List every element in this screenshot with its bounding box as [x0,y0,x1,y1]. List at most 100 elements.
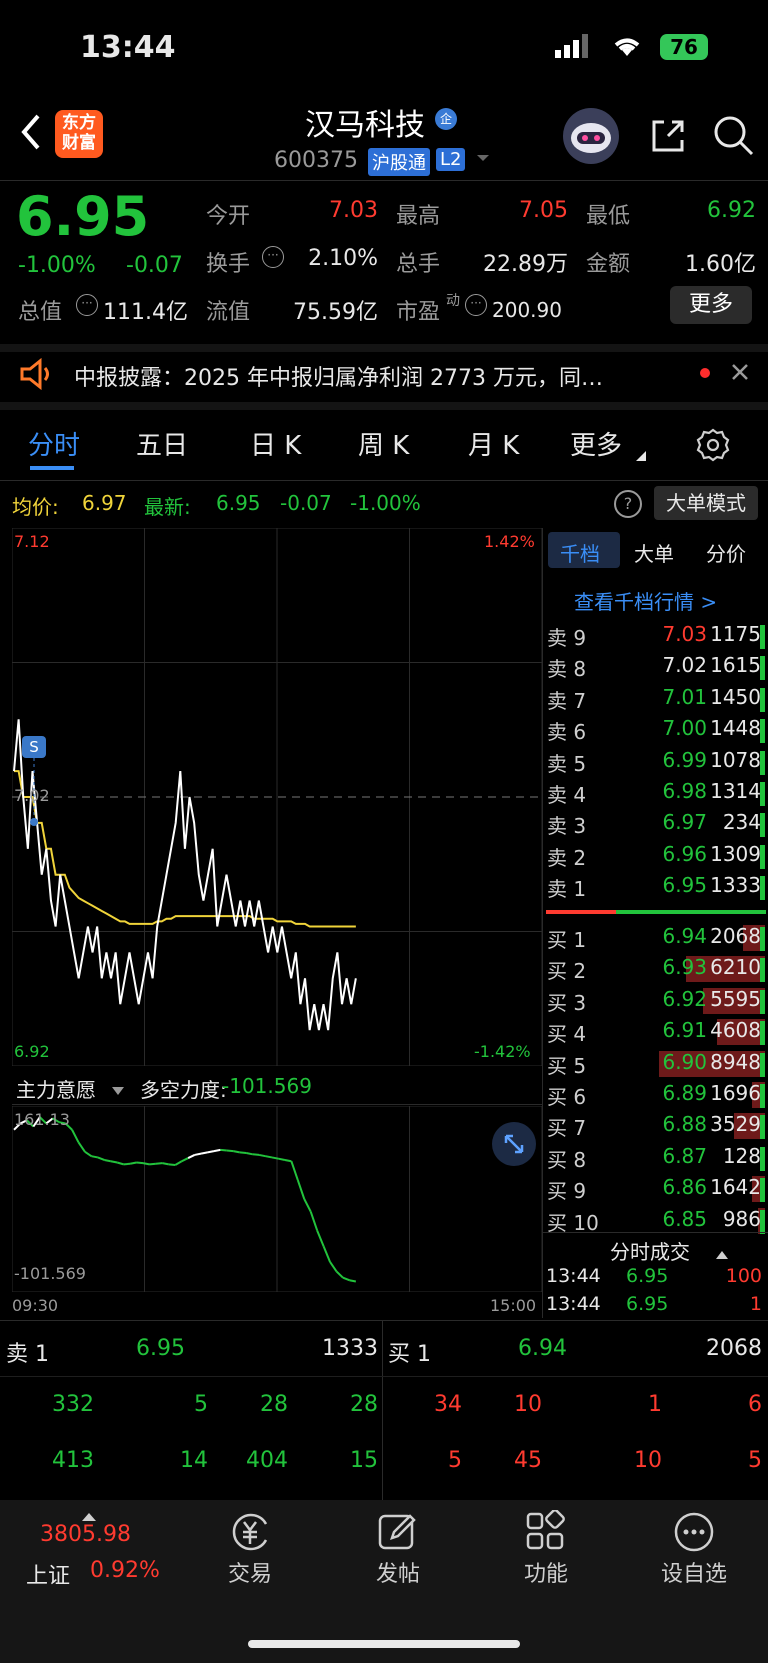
flow-chart [12,1106,542,1292]
level-indicator [760,844,765,869]
level-label: 买 5 [547,1053,587,1078]
bid-row[interactable]: 买 1 6.94 2068 [545,924,765,954]
side-tab-big-order[interactable]: 大单 [634,538,674,567]
sell-marker[interactable]: S [22,736,46,758]
flow-segment [316,1230,325,1247]
level-indicator [760,1146,765,1171]
ask-row[interactable]: 卖 1 6.95 1333 [545,873,765,903]
bid-row[interactable]: 买 3 6.92 5595 [545,987,765,1017]
nav-watchlist[interactable]: 设自选 [624,1556,764,1588]
index-pct[interactable]: 0.92% [90,1558,160,1583]
app-logo[interactable]: 东方 财富 [55,110,103,158]
volume-label: 总手 [396,252,441,277]
level-indicator [760,1021,765,1046]
tab-daily-k[interactable]: 日 K [250,425,301,462]
power-label: 多空力度: [140,1078,227,1102]
battery-level: 76 [670,35,698,59]
ask-row[interactable]: 卖 4 6.98 1314 [545,779,765,809]
robot-avatar-icon[interactable] [563,108,619,164]
last-price: 6.95 [16,185,150,248]
function-grid-icon[interactable] [524,1509,568,1558]
flow-segment [220,1148,227,1152]
level-indicator [760,813,765,838]
trade-icon[interactable] [228,1510,272,1558]
back-button[interactable] [18,112,44,156]
change-amt: -0.07 [126,253,183,278]
buy-queue-cell: 10 [634,1448,662,1473]
flow-segment [71,1129,80,1143]
tab-intraday[interactable]: 分时 [28,425,80,462]
high-label: 最高 [396,204,441,229]
bid-row[interactable]: 买 6 6.89 1696 [545,1081,765,1111]
stock-title[interactable]: 汉马科技 [305,100,425,144]
sell-queue-cell: 413 [52,1448,94,1473]
ticks-label[interactable]: 分时成交 [610,1236,690,1265]
level-label: 卖 2 [547,845,587,870]
side-tab-thousand[interactable]: 千档 [560,538,600,567]
ask-row[interactable]: 卖 8 7.02 1615 [545,653,765,683]
side-tab-price-dist[interactable]: 分价 [706,538,746,567]
help-icon[interactable]: ? [614,490,642,518]
nav-function[interactable]: 功能 [476,1556,616,1588]
level-price: 7.00 [662,716,707,741]
gear-icon[interactable] [696,428,730,466]
low-value: 6.92 [707,198,756,223]
intraday-price-chart[interactable] [12,528,542,1066]
big-order-mode-button[interactable]: 大单模式 [654,486,758,520]
open-value: 7.03 [329,198,378,223]
ask-row[interactable]: 卖 7 7.01 1450 [545,685,765,715]
tab-weekly-k[interactable]: 周 K [358,425,409,462]
queue-sell-label: 卖 1 [6,1342,49,1367]
info-icon[interactable]: ··· [465,294,487,316]
index-value[interactable]: 3805.98 [40,1522,131,1547]
bid-row[interactable]: 买 2 6.93 6210 [545,955,765,985]
level-price: 6.95 [662,873,707,898]
bid-row[interactable]: 买 8 6.87 128 [545,1144,765,1174]
ask-row[interactable]: 卖 6 7.00 1448 [545,716,765,746]
thousand-quote-link[interactable]: 查看千档行情 > [574,586,717,615]
nav-post[interactable]: 发帖 [328,1556,468,1588]
flow-segment [335,1270,344,1279]
flow-segment [252,1153,260,1156]
bid-row[interactable]: 买 5 6.90 8948 [545,1050,765,1080]
bid-row[interactable]: 买 7 6.88 3529 [545,1112,765,1142]
close-icon[interactable] [730,362,750,386]
ask-row[interactable]: 卖 2 6.96 1309 [545,842,765,872]
caret-down-icon[interactable] [476,150,490,169]
level-label: 买 4 [547,1022,587,1047]
ask-row[interactable]: 卖 3 6.97 234 [545,810,765,840]
notice-text[interactable]: 中报披露：2025 年中报归属净利润 2773 万元，同… [74,360,670,392]
flow-dropdown[interactable]: 主力意愿 [16,1074,96,1103]
x-start-label: 09:30 [12,1296,59,1315]
level-volume: 5595 [710,986,761,1011]
info-icon[interactable]: ··· [262,246,284,268]
flow-segment [303,1198,312,1213]
level-volume: 1615 [710,653,761,678]
amount-label: 金额 [586,252,631,277]
bid-row[interactable]: 买 4 6.91 4608 [545,1018,765,1048]
tab-five-day[interactable]: 五日 [136,425,188,462]
info-icon[interactable]: ··· [76,294,98,316]
level-indicator [760,876,765,901]
expand-icon[interactable] [492,1122,536,1166]
ask-row[interactable]: 卖 9 7.03 1175 [545,622,765,652]
tab-more[interactable]: 更多 [570,425,622,462]
bid-row[interactable]: 买 9 6.86 1642 [545,1175,765,1205]
x-end-label: 15:00 [490,1296,537,1315]
level-price: 6.92 [662,986,707,1011]
flow-segment [233,1150,240,1154]
index-name[interactable]: 上证 [26,1558,70,1590]
status-time: 13:44 [80,30,176,65]
search-icon[interactable] [712,114,756,162]
more-button[interactable]: 更多 [670,286,752,324]
nav-trade[interactable]: 交易 [180,1556,320,1588]
flow-segment [349,1279,357,1283]
share-icon[interactable] [648,116,688,160]
more-dots-icon[interactable] [672,1510,716,1558]
level-price: 6.88 [662,1112,707,1137]
flow-segment [77,1141,86,1153]
ask-row[interactable]: 卖 5 6.99 1078 [545,748,765,778]
post-icon[interactable] [376,1510,420,1558]
tab-monthly-k[interactable]: 月 K [468,425,519,462]
pct-bottom-label: -1.42% [474,1042,531,1061]
